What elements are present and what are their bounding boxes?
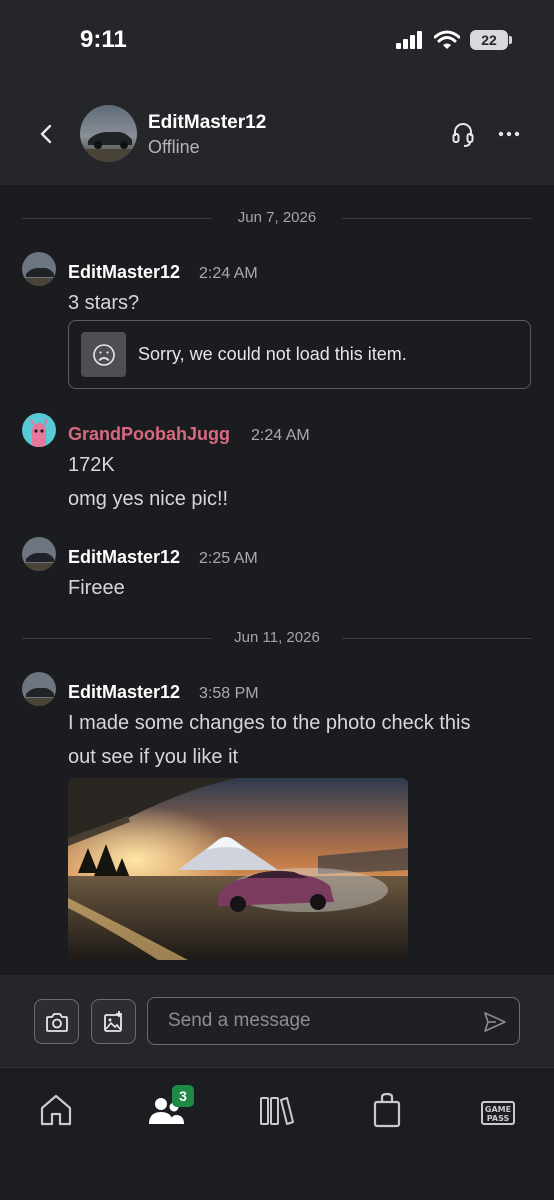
error-message: Sorry, we could not load this item. bbox=[138, 344, 407, 364]
sad-face-icon bbox=[81, 332, 126, 377]
message-list[interactable]: Jun 7, 2026 EditMaster12 2:24 AM 3 stars… bbox=[0, 185, 554, 975]
bottom-tab-bar: 3 GAME PASS bbox=[0, 1067, 554, 1200]
sender-name[interactable]: EditMaster12 bbox=[68, 682, 180, 703]
message-timestamp: 3:58 PM bbox=[199, 685, 259, 702]
sender-avatar[interactable] bbox=[22, 413, 56, 447]
game-pass-tab-icon[interactable]: GAME PASS bbox=[481, 1101, 515, 1125]
contact-name[interactable]: EditMaster12 bbox=[148, 112, 266, 134]
message-input-box[interactable] bbox=[147, 997, 520, 1045]
message-text: Fireee bbox=[68, 577, 125, 599]
message-timestamp: 2:24 AM bbox=[251, 427, 310, 444]
chat-header: EditMaster12 Offline bbox=[0, 90, 554, 185]
camera-icon bbox=[45, 1012, 68, 1032]
library-tab-icon[interactable] bbox=[256, 1090, 296, 1130]
shared-photo[interactable] bbox=[68, 778, 408, 960]
sender-name[interactable]: GrandPoobahJugg bbox=[68, 424, 230, 445]
contact-status: Offline bbox=[148, 137, 200, 157]
home-tab-icon[interactable] bbox=[36, 1090, 76, 1130]
message-composer bbox=[0, 975, 554, 1067]
sender-avatar[interactable] bbox=[22, 252, 56, 286]
sender-avatar[interactable] bbox=[22, 537, 56, 571]
status-icons: 22 bbox=[396, 30, 512, 50]
message-text: 172K bbox=[68, 454, 115, 476]
message-text: 3 stars? bbox=[68, 292, 140, 314]
date-separator: Jun 11, 2026 bbox=[22, 628, 532, 648]
add-image-button[interactable] bbox=[91, 999, 136, 1044]
add-image-icon bbox=[103, 1010, 122, 1032]
status-time: 9:11 bbox=[80, 26, 127, 53]
more-options-icon[interactable] bbox=[497, 122, 521, 146]
send-icon[interactable] bbox=[483, 1010, 507, 1034]
sender-name[interactable]: EditMaster12 bbox=[68, 547, 180, 568]
friends-notification-badge: 3 bbox=[172, 1085, 194, 1107]
message-timestamp: 2:25 AM bbox=[199, 550, 258, 567]
message-text: out see if you like it bbox=[68, 746, 239, 768]
back-chevron-icon[interactable] bbox=[32, 120, 60, 148]
store-tab-icon[interactable] bbox=[367, 1090, 407, 1130]
message-input[interactable] bbox=[168, 998, 468, 1044]
message-text: omg yes nice pic!! bbox=[68, 488, 229, 510]
status-bar: 9:11 22 bbox=[0, 0, 554, 90]
sender-name[interactable]: EditMaster12 bbox=[68, 262, 180, 283]
signal-icon bbox=[396, 31, 422, 49]
date-separator: Jun 7, 2026 bbox=[22, 208, 532, 228]
wifi-icon bbox=[434, 30, 460, 49]
camera-button[interactable] bbox=[34, 999, 79, 1044]
failed-attachment-card: Sorry, we could not load this item. bbox=[68, 320, 531, 389]
game-pass-label-bottom: PASS bbox=[486, 1114, 510, 1123]
contact-avatar[interactable] bbox=[80, 105, 137, 162]
headset-icon[interactable] bbox=[452, 122, 474, 148]
message-timestamp: 2:24 AM bbox=[199, 265, 258, 282]
battery-indicator: 22 bbox=[470, 30, 512, 50]
message-text: I made some changes to the photo check t… bbox=[68, 712, 471, 734]
sender-avatar[interactable] bbox=[22, 672, 56, 706]
game-pass-label-top: GAME bbox=[484, 1105, 512, 1114]
